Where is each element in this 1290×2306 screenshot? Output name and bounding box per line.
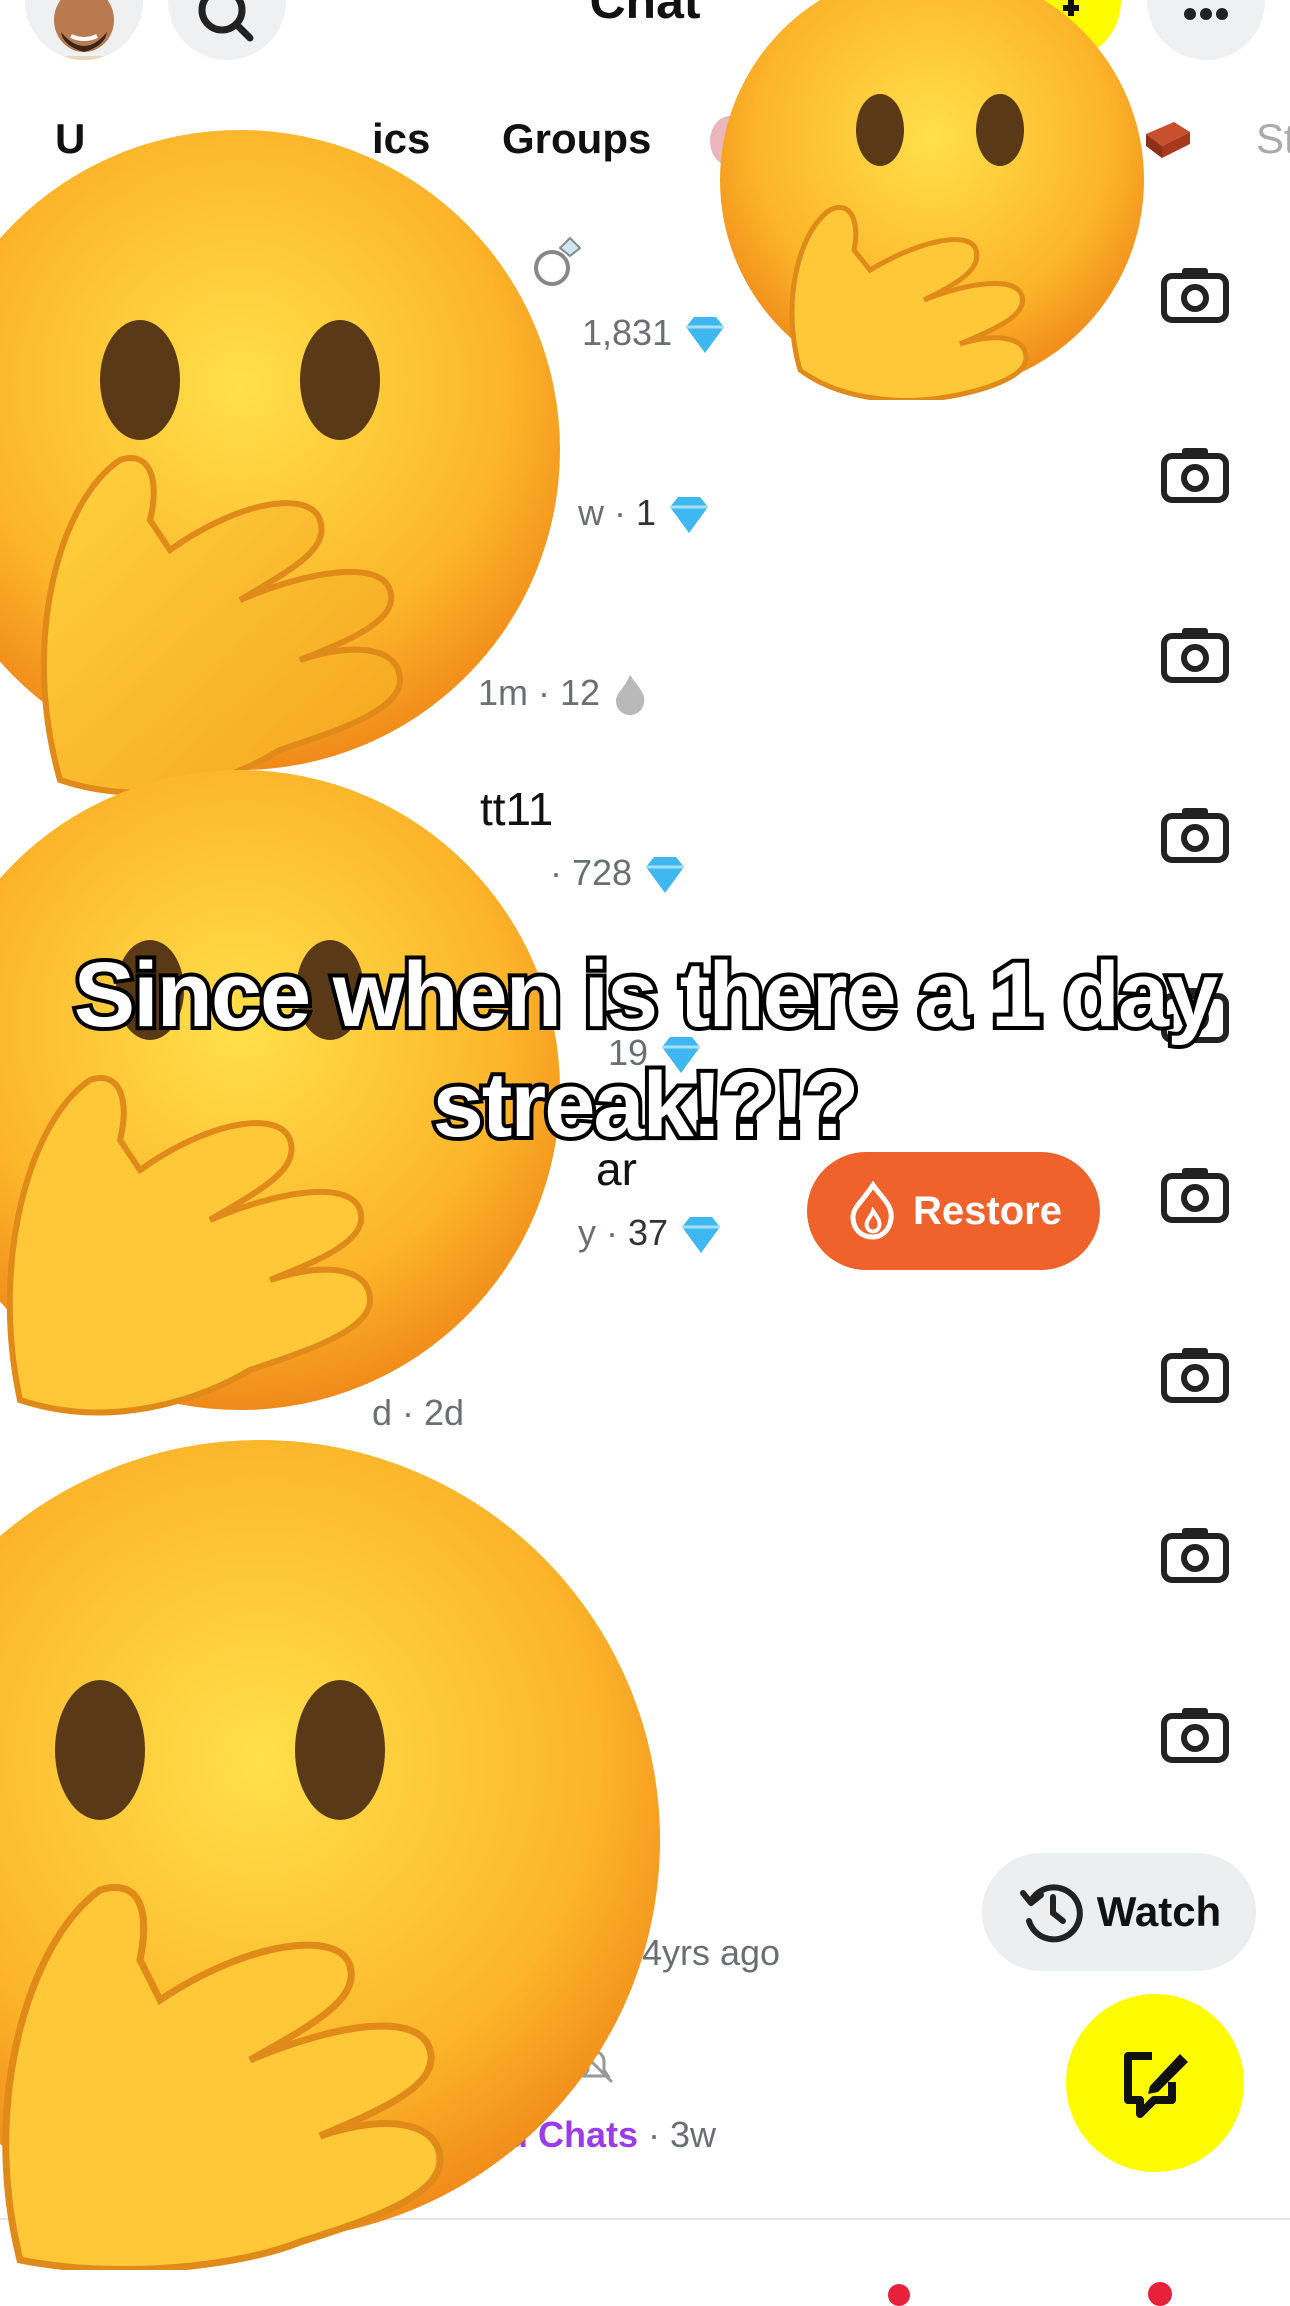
gem-icon: [670, 497, 709, 534]
hand-over-mouth-emoji: [0, 130, 560, 796]
history-icon: [1019, 1884, 1083, 1943]
notification-dot: [888, 2284, 910, 2306]
gem-icon: [646, 857, 685, 894]
caption-line-2: streak!?!?: [429, 1050, 864, 1160]
camera-icon[interactable]: [1160, 264, 1230, 324]
camera-icon[interactable]: [1160, 1524, 1230, 1584]
notification-dot: [1148, 2282, 1172, 2306]
hand-over-mouth-emoji: [0, 1440, 660, 2270]
watch-button[interactable]: Watch: [982, 1853, 1256, 1971]
camera-icon[interactable]: [1160, 1164, 1230, 1224]
compose-icon: [1124, 2052, 1188, 2118]
new-chat-button[interactable]: [1066, 1994, 1244, 2172]
chat-status: 1,831: [582, 312, 728, 355]
camera-icon[interactable]: [1160, 624, 1230, 684]
more-icon: [1184, 8, 1228, 20]
hand-over-mouth-emoji: [720, 0, 1144, 400]
gem-icon: [682, 1217, 721, 1254]
camera-icon[interactable]: [1160, 1344, 1230, 1404]
video-caption: Since when is there a 1 day streak!?!?: [0, 940, 1290, 1160]
tab-streaks[interactable]: St: [1256, 115, 1290, 163]
watch-label: Watch: [1096, 1888, 1222, 1935]
caption-line-1: Since when is there a 1 day: [70, 940, 1223, 1050]
camera-icon[interactable]: [1160, 1704, 1230, 1764]
faded-fire-icon: [616, 675, 645, 716]
camera-icon[interactable]: [1160, 804, 1230, 864]
more-button[interactable]: [1147, 0, 1265, 60]
camera-icon[interactable]: [1160, 444, 1230, 504]
